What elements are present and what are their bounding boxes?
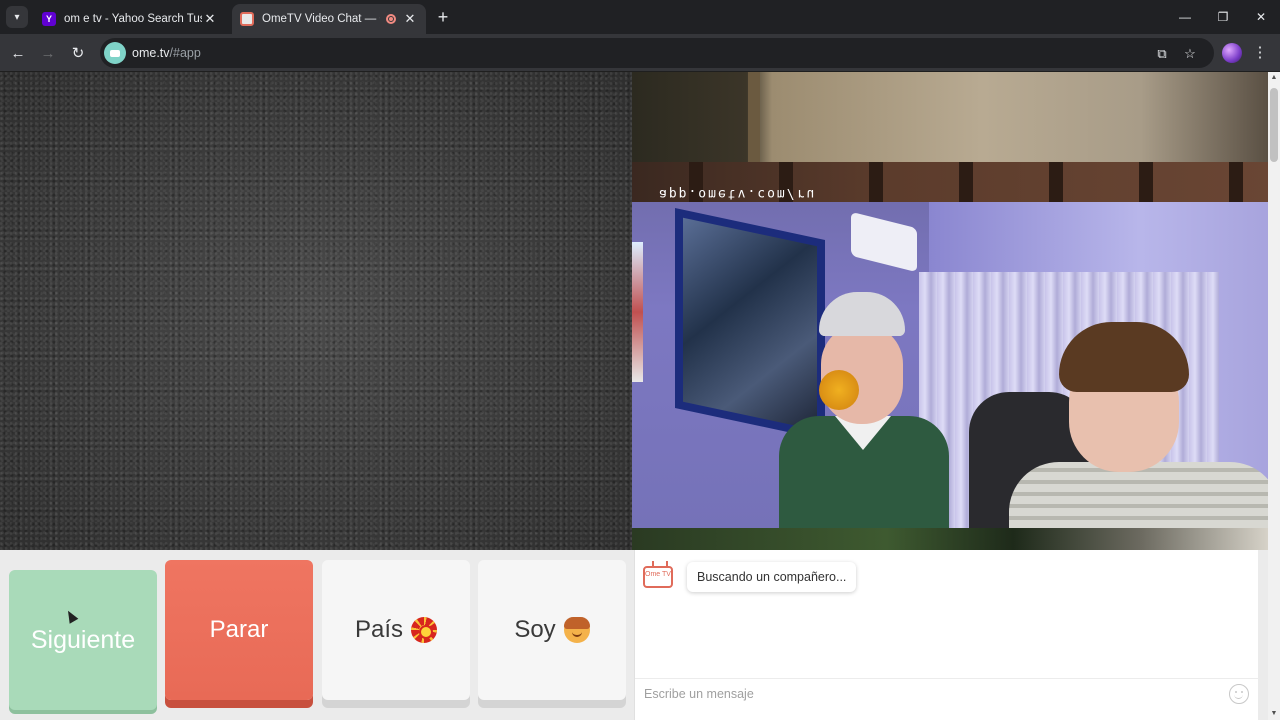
gender-label: Soy	[514, 616, 556, 643]
tab-ometv[interactable]: OmeTV Video Chat — Omegle ✕	[232, 4, 426, 34]
tab-yahoo-search[interactable]: Y om e tv - Yahoo Search Tus resultados …	[34, 4, 226, 34]
next-label: Siguiente	[30, 625, 136, 654]
gender-button[interactable]: Soy	[478, 560, 626, 700]
chevron-down-icon: ▾	[14, 11, 20, 23]
scroll-down-icon[interactable]: ▼	[1268, 708, 1280, 720]
person-drinking	[779, 292, 949, 528]
self-preview: app.ometv.com/ru	[632, 162, 1268, 528]
window-close-button[interactable]: ✕	[1242, 0, 1280, 34]
maximize-button[interactable]: ❐	[1204, 0, 1242, 34]
cast-icon[interactable]: ⧉	[1152, 44, 1172, 64]
site-info-icon[interactable]	[104, 42, 126, 64]
ometv-app: app.ometv.com/ru Siguiente Parar País So…	[0, 72, 1268, 720]
tab-title: om e tv - Yahoo Search Tus resultados	[64, 13, 202, 25]
system-message: Ome TV Buscando un compañero...	[643, 562, 857, 592]
new-tab-button[interactable]: +	[432, 6, 454, 28]
address-bar[interactable]: ome.tv/#app ⧉ ☆	[100, 38, 1214, 68]
message-input[interactable]	[644, 686, 1204, 701]
person-seated	[1009, 322, 1268, 528]
stop-button[interactable]: Parar	[165, 560, 313, 700]
tab-close-icon[interactable]: ✕	[202, 11, 218, 27]
tab-close-icon[interactable]: ✕	[402, 11, 418, 27]
chat-controls: Siguiente Parar País Soy	[0, 550, 632, 720]
country-button[interactable]: País	[322, 560, 470, 700]
scroll-thumb[interactable]	[1270, 88, 1278, 162]
reload-button[interactable]: ↻	[66, 41, 90, 65]
bookmark-star-icon[interactable]: ☆	[1180, 44, 1200, 64]
country-label: País	[354, 616, 404, 643]
ometv-logo-icon: Ome TV	[643, 566, 673, 588]
video-watermark: app.ometv.com/ru	[659, 186, 817, 201]
yahoo-icon: Y	[42, 12, 56, 26]
country-flag-icon	[411, 617, 438, 643]
forward-button[interactable]: →	[36, 41, 60, 65]
chat-panel: Ome TV Buscando un compañero...	[634, 550, 1259, 720]
minimize-button[interactable]: —	[1166, 0, 1204, 34]
recording-icon	[386, 14, 396, 24]
tab-search-button[interactable]: ▾	[6, 6, 28, 28]
status-bubble: Buscando un compañero...	[687, 562, 857, 592]
stranger-video-static	[0, 72, 632, 550]
browser-toolbar: ← → ↻ ome.tv/#app ⧉ ☆ ⋮	[0, 34, 1280, 72]
profile-avatar[interactable]	[1222, 43, 1242, 63]
next-button[interactable]: Siguiente	[9, 570, 157, 710]
message-input-bar	[635, 678, 1259, 708]
stop-label: Parar	[209, 616, 269, 643]
back-button[interactable]: ←	[6, 41, 30, 65]
page-scrollbar[interactable]: ▲ ▼	[1268, 72, 1280, 720]
camera-background-top	[632, 72, 1268, 162]
url-text: ome.tv/#app	[132, 46, 201, 60]
boy-icon	[563, 617, 590, 643]
ometv-icon	[240, 12, 254, 26]
browser-menu-icon[interactable]: ⋮	[1252, 41, 1268, 65]
tab-strip: ▾ Y om e tv - Yahoo Search Tus resultado…	[0, 0, 1280, 34]
emoji-icon[interactable]	[1229, 684, 1249, 704]
tab-title: OmeTV Video Chat — Omegle	[262, 13, 380, 25]
self-camera-video: app.ometv.com/ru	[632, 72, 1268, 550]
scroll-up-icon[interactable]: ▲	[1268, 72, 1280, 84]
